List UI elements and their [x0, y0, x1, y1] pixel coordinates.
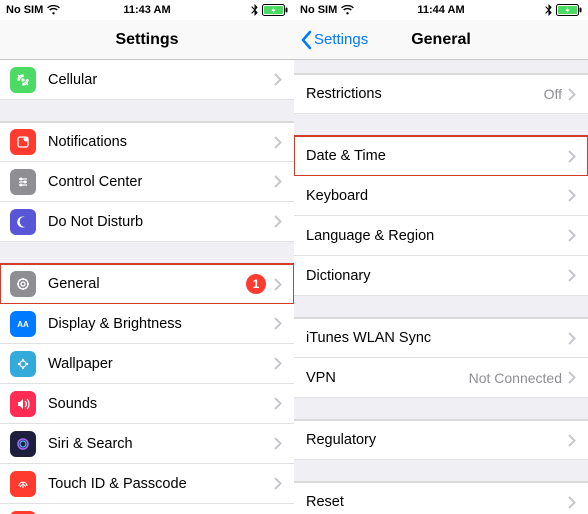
status-bar: No SIM 11:44 AM [294, 0, 588, 20]
row-do-not-disturb[interactable]: Do Not Disturb [0, 202, 294, 242]
wifi-icon [47, 5, 60, 15]
chevron-right-icon [274, 437, 282, 450]
row-sounds[interactable]: Sounds [0, 384, 294, 424]
display-icon: AA [10, 311, 36, 337]
settings-list[interactable]: Cellular Notifications Control Center Do… [0, 60, 294, 514]
chevron-right-icon [274, 73, 282, 86]
status-bar: No SIM 11:43 AM [0, 0, 294, 20]
row-cellular[interactable]: Cellular [0, 60, 294, 100]
row-notifications[interactable]: Notifications [0, 122, 294, 162]
cellular-icon [10, 67, 36, 93]
row-value: Not Connected [469, 370, 562, 386]
row-vpn[interactable]: VPN Not Connected [294, 358, 588, 398]
row-label: Cellular [48, 72, 274, 88]
back-label: Settings [314, 31, 368, 48]
row-label: Touch ID & Passcode [48, 476, 274, 492]
row-control-center[interactable]: Control Center [0, 162, 294, 202]
nav-bar: Settings [0, 20, 294, 60]
nav-title: Settings [115, 31, 178, 49]
row-display-brightness[interactable]: AA Display & Brightness [0, 304, 294, 344]
row-emergency-sos[interactable]: SOS Emergency SOS [0, 504, 294, 514]
battery-icon [262, 4, 288, 16]
row-itunes-wlan-sync[interactable]: iTunes WLAN Sync [294, 318, 588, 358]
sos-icon: SOS [10, 511, 36, 514]
gear-icon [10, 271, 36, 297]
chevron-right-icon [568, 189, 576, 202]
carrier-text: No SIM [300, 4, 337, 16]
chevron-right-icon [274, 357, 282, 370]
status-time: 11:44 AM [390, 4, 492, 16]
wallpaper-icon [10, 351, 36, 377]
fingerprint-icon [10, 471, 36, 497]
row-label: Restrictions [306, 86, 544, 102]
row-label: Regulatory [306, 432, 568, 448]
row-value: Off [544, 86, 562, 102]
row-label: Language & Region [306, 228, 568, 244]
chevron-right-icon [568, 269, 576, 282]
row-label: Siri & Search [48, 436, 274, 452]
bluetooth-icon [251, 4, 258, 16]
notification-badge: 1 [246, 274, 266, 294]
general-list[interactable]: Restrictions Off Date & Time Keyboard La… [294, 60, 588, 514]
row-general[interactable]: General 1 [0, 264, 294, 304]
row-label: Control Center [48, 174, 274, 190]
general-screen: No SIM 11:44 AM Settings General Restric… [294, 0, 588, 514]
notifications-icon [10, 129, 36, 155]
chevron-right-icon [274, 175, 282, 188]
chevron-right-icon [274, 397, 282, 410]
wifi-icon [341, 5, 354, 15]
status-time: 11:43 AM [96, 4, 198, 16]
chevron-right-icon [568, 150, 576, 163]
svg-text:AA: AA [17, 320, 29, 329]
row-date-time[interactable]: Date & Time [294, 136, 588, 176]
row-label: General [48, 276, 246, 292]
row-wallpaper[interactable]: Wallpaper [0, 344, 294, 384]
row-language-region[interactable]: Language & Region [294, 216, 588, 256]
row-restrictions[interactable]: Restrictions Off [294, 74, 588, 114]
nav-title: General [411, 31, 471, 49]
chevron-right-icon [274, 317, 282, 330]
chevron-right-icon [568, 88, 576, 101]
bluetooth-icon [545, 4, 552, 16]
settings-screen: No SIM 11:43 AM Settings Cellular [0, 0, 294, 514]
chevron-right-icon [568, 332, 576, 345]
control-center-icon [10, 169, 36, 195]
back-button[interactable]: Settings [300, 30, 368, 50]
row-touch-id-passcode[interactable]: Touch ID & Passcode [0, 464, 294, 504]
chevron-right-icon [274, 215, 282, 228]
moon-icon [10, 209, 36, 235]
row-label: iTunes WLAN Sync [306, 330, 568, 346]
chevron-right-icon [274, 278, 282, 291]
carrier-text: No SIM [6, 4, 43, 16]
siri-icon [10, 431, 36, 457]
row-label: Date & Time [306, 148, 568, 164]
battery-icon [556, 4, 582, 16]
row-keyboard[interactable]: Keyboard [294, 176, 588, 216]
row-label: Reset [306, 494, 568, 510]
row-label: Dictionary [306, 268, 568, 284]
sounds-icon [10, 391, 36, 417]
chevron-right-icon [568, 229, 576, 242]
row-label: Display & Brightness [48, 316, 274, 332]
chevron-right-icon [274, 477, 282, 490]
row-label: VPN [306, 370, 469, 386]
row-label: Notifications [48, 134, 274, 150]
row-dictionary[interactable]: Dictionary [294, 256, 588, 296]
chevron-right-icon [568, 496, 576, 509]
chevron-right-icon [568, 434, 576, 447]
row-regulatory[interactable]: Regulatory [294, 420, 588, 460]
chevron-right-icon [274, 136, 282, 149]
row-label: Wallpaper [48, 356, 274, 372]
row-label: Sounds [48, 396, 274, 412]
chevron-right-icon [568, 371, 576, 384]
row-label: Do Not Disturb [48, 214, 274, 230]
nav-bar: Settings General [294, 20, 588, 60]
row-siri-search[interactable]: Siri & Search [0, 424, 294, 464]
row-reset[interactable]: Reset [294, 482, 588, 514]
row-label: Keyboard [306, 188, 568, 204]
